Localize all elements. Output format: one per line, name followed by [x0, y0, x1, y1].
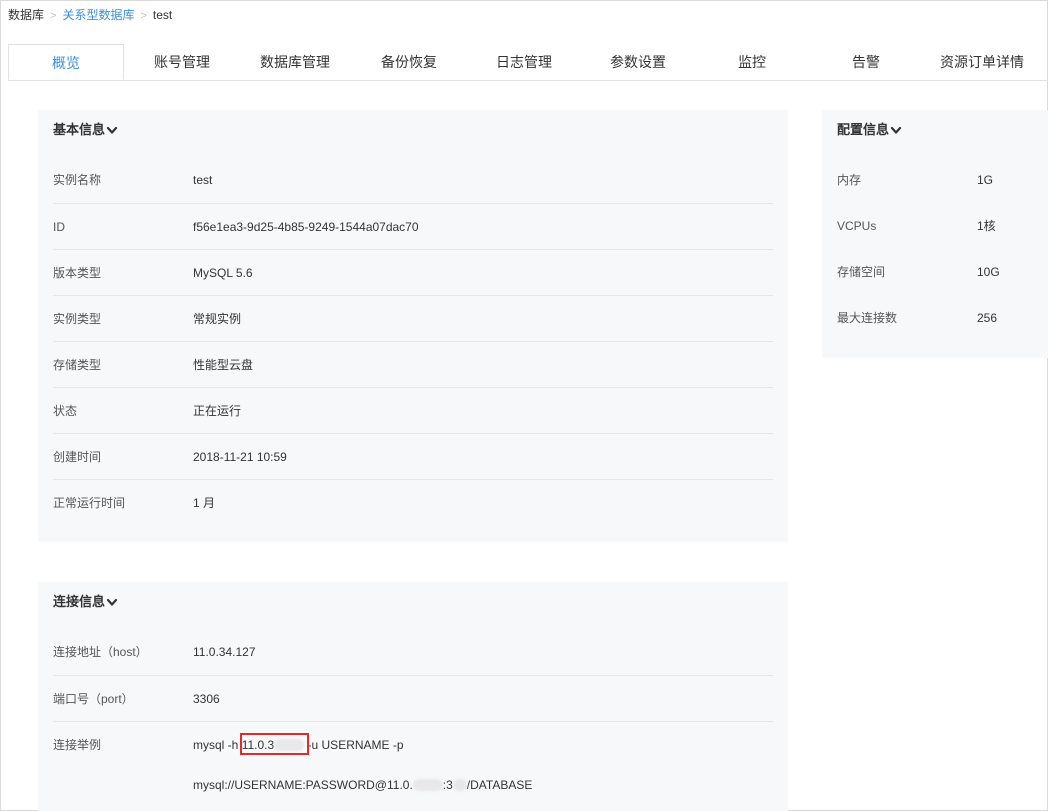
tab-order-details[interactable]: 资源订单详情 [924, 44, 1040, 80]
config-info-header[interactable]: 配置信息 [837, 119, 902, 138]
connection-info-panel: 连接信息 连接地址（host） 11.0.34.127 端口号（port） 3306… [38, 582, 788, 811]
url-mid: :3 [442, 778, 453, 792]
redacted-blur [412, 779, 443, 791]
tab-backup-restore[interactable]: 备份恢复 [350, 44, 468, 80]
config-value: 256 [977, 311, 998, 325]
info-row-version: 版本类型 MySQL 5.6 [53, 249, 773, 296]
config-value: 1核 [977, 219, 996, 233]
info-value: 常规实例 [193, 312, 242, 326]
command-suffix: -u USERNAME -p [307, 738, 404, 752]
connect-label: 连接举例 [53, 738, 102, 752]
info-label: 版本类型 [53, 266, 102, 280]
info-value: 正在运行 [193, 404, 242, 418]
info-value: 性能型云盘 [193, 358, 254, 372]
breadcrumb-root[interactable]: 数据库 [8, 8, 44, 22]
command-prefix: mysql -h [193, 738, 239, 752]
config-label: 存储空间 [837, 265, 886, 279]
url-prefix: mysql://USERNAME:PASSWORD@11.0. [193, 778, 413, 792]
info-label: 正常运行时间 [53, 496, 126, 510]
config-label: 内存 [837, 173, 862, 187]
breadcrumb-separator: > [50, 10, 57, 22]
info-value: 1 月 [193, 496, 216, 510]
info-row-created-time: 创建时间 2018-11-21 10:59 [53, 433, 773, 480]
info-label: 实例名称 [53, 173, 102, 187]
connect-row-host: 连接地址（host） 11.0.34.127 [53, 629, 773, 675]
info-row-status: 状态 正在运行 [53, 387, 773, 434]
config-row-storage: 存储空间 10G [837, 249, 1048, 295]
basic-info-panel: 基本信息 实例名称 test ID f56e1ea3-9d25-4b85-9249-… [38, 110, 788, 542]
config-info-panel: 配置信息 内存 1G VCPUs 1核 存储空间 10G 最大连接数 256 [822, 110, 1048, 358]
info-row-instance-name: 实例名称 test [53, 157, 773, 203]
connect-port-value: 3306 [193, 692, 220, 706]
info-label: 存储类型 [53, 358, 102, 372]
breadcrumb-separator: > [140, 10, 147, 22]
info-value: MySQL 5.6 [193, 266, 253, 280]
info-value: f56e1ea3-9d25-4b85-9249-1544a07dac70 [193, 220, 419, 234]
info-row-storage-type: 存储类型 性能型云盘 [53, 341, 773, 388]
info-row-uptime: 正常运行时间 1 月 [53, 479, 773, 526]
connect-row-example: 连接举例 mysql -h 11.0.3 -u USERNAME -p mysq… [53, 721, 773, 810]
tab-logs[interactable]: 日志管理 [468, 44, 580, 80]
config-info-title: 配置信息 [837, 122, 890, 137]
info-value: 2018-11-21 10:59 [193, 450, 287, 464]
config-label: VCPUs [837, 219, 877, 233]
config-label: 最大连接数 [837, 311, 898, 325]
tab-accounts[interactable]: 账号管理 [124, 44, 240, 80]
config-value: 10G [977, 265, 1000, 279]
highlight-box [240, 733, 309, 755]
info-row-id: ID f56e1ea3-9d25-4b85-9249-1544a07dac70 [53, 203, 773, 250]
breadcrumb-section-link[interactable]: 关系型数据库 [62, 8, 134, 22]
connection-info-title: 连接信息 [53, 594, 106, 609]
breadcrumb: 数据库 > 关系型数据库 > test [8, 7, 172, 24]
connect-host-value: 11.0.34.127 [193, 645, 256, 659]
basic-info-header[interactable]: 基本信息 [53, 119, 118, 138]
info-value: test [193, 173, 213, 187]
tab-alerts[interactable]: 告警 [808, 44, 924, 80]
tab-overview[interactable]: 概览 [8, 44, 124, 80]
redacted-blur [452, 779, 467, 791]
config-value: 1G [977, 173, 994, 187]
connect-label: 连接地址（host） [53, 645, 148, 659]
config-row-vcpus: VCPUs 1核 [837, 203, 1048, 249]
chevron-down-icon [890, 126, 902, 134]
info-label: 实例类型 [53, 312, 102, 326]
connect-row-port: 端口号（port） 3306 [53, 675, 773, 722]
tab-databases[interactable]: 数据库管理 [240, 44, 350, 80]
info-label: ID [53, 220, 65, 234]
breadcrumb-current: test [152, 8, 173, 22]
config-row-max-connections: 最大连接数 256 [837, 295, 1048, 341]
tab-parameters[interactable]: 参数设置 [580, 44, 696, 80]
connect-label: 端口号（port） [53, 692, 134, 706]
chevron-down-icon [106, 126, 118, 134]
connect-example-url: mysql://USERNAME:PASSWORD@11.0. :3/DATABA… [193, 762, 532, 808]
tab-monitoring[interactable]: 监控 [696, 44, 808, 80]
basic-info-title: 基本信息 [53, 122, 106, 137]
info-label: 状态 [53, 404, 78, 418]
url-suffix: /DATABASE [466, 778, 533, 792]
info-label: 创建时间 [53, 450, 102, 464]
info-row-instance-type: 实例类型 常规实例 [53, 295, 773, 342]
tab-bar: 概览 账号管理 数据库管理 备份恢复 日志管理 参数设置 监控 告警 资源订单详… [8, 44, 1048, 81]
chevron-down-icon [106, 598, 118, 606]
connection-info-header[interactable]: 连接信息 [53, 591, 118, 610]
config-row-memory: 内存 1G [837, 157, 1048, 203]
